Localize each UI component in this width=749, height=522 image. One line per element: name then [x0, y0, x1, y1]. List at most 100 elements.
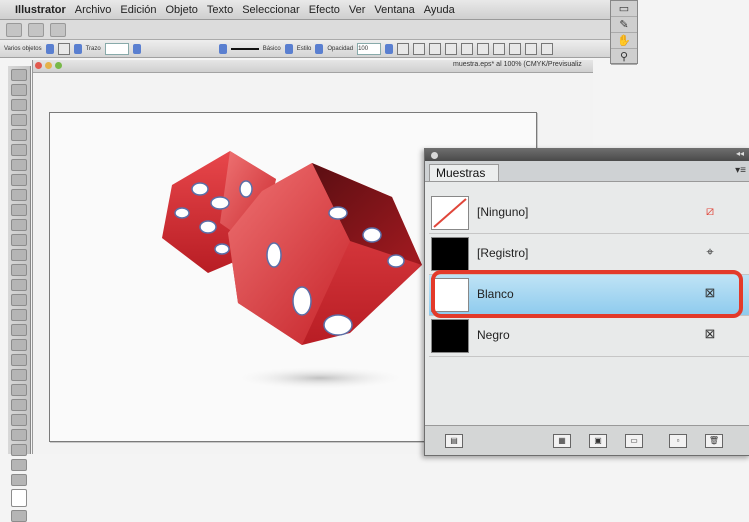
document-title: muestra.eps* al 100% (CMYK/Previsualiz [453, 61, 582, 68]
type-tool-icon[interactable] [11, 144, 27, 156]
swatch-name: Negro [477, 328, 510, 342]
hand-tool-icon[interactable]: ✋ [611, 33, 637, 49]
fill-stroke-icon[interactable] [11, 489, 27, 507]
pencil-tool-icon[interactable]: ✎ [611, 17, 637, 33]
align-right-icon[interactable] [461, 42, 474, 55]
panel-title-bar: ◂◂ [425, 149, 749, 161]
menu-objeto[interactable]: Objeto [166, 4, 198, 16]
magic-wand-tool-icon[interactable] [11, 99, 27, 111]
ai-logo-icon [6, 22, 22, 37]
variable-width-dropdown[interactable] [218, 43, 227, 54]
registration-icon: ⌖ [706, 244, 714, 259]
collapse-panel-icon[interactable]: ◂◂ [736, 149, 744, 158]
eyedropper-tool-icon[interactable] [11, 369, 27, 381]
column-graph-tool-icon[interactable] [11, 414, 27, 426]
drawing-mode-icon[interactable] [11, 510, 27, 522]
opacity-field[interactable]: 100 [357, 42, 382, 55]
process-color-icon: ⊠ [704, 326, 716, 341]
stroke-color-picker[interactable] [73, 43, 82, 54]
rotate-tool-icon[interactable] [11, 249, 27, 261]
rectangle-tool-icon[interactable]: ▭ [611, 1, 637, 17]
align-bottom-icon[interactable] [509, 42, 522, 55]
global-edit-icon[interactable] [413, 42, 426, 55]
tab-muestras[interactable]: Muestras [429, 164, 499, 181]
opacity-dropdown[interactable] [385, 43, 394, 54]
swatch-row-white[interactable]: Blanco ⊠ [429, 275, 749, 316]
align-top-icon[interactable] [477, 42, 490, 55]
zoom-window-icon[interactable] [55, 62, 62, 69]
blend-tool-icon[interactable] [11, 384, 27, 396]
align-middle-icon[interactable] [493, 42, 506, 55]
zoom-tool-icon[interactable] [11, 474, 27, 486]
eraser-tool-icon[interactable] [11, 234, 27, 246]
menu-ventana[interactable]: Ventana [374, 4, 414, 16]
perspective-grid-tool-icon[interactable] [11, 324, 27, 336]
stroke-weight-field[interactable] [104, 42, 129, 55]
panel-footer: ▤ ▦ ▣ ▭ ▫ 🗑 [425, 425, 749, 455]
artboard-tool-icon[interactable] [11, 429, 27, 441]
pen-tool-icon[interactable] [11, 129, 27, 141]
stroke-label: Trazo [85, 45, 101, 52]
stroke-dropdown[interactable] [132, 43, 141, 54]
blob-brush-tool-icon[interactable] [11, 219, 27, 231]
none-icon: ⧄ [705, 203, 715, 218]
app-menu[interactable]: Illustrator [15, 4, 66, 16]
line-tool-icon[interactable] [11, 159, 27, 171]
selection-tool-icon[interactable] [11, 69, 27, 81]
menu-texto[interactable]: Texto [207, 4, 233, 16]
document-title-bar: muestra.eps* al 100% (CMYK/Previsualiz [33, 60, 593, 73]
bridge-icon[interactable] [28, 22, 44, 37]
menu-bar: Illustrator Archivo Edición Objeto Texto… [0, 0, 620, 20]
distribute-icon[interactable] [525, 42, 538, 55]
arrange-documents-icon[interactable] [50, 22, 66, 37]
style-label: Estilo [296, 45, 312, 52]
control-bar: Varios objetos Trazo Básico Estilo Opaci… [0, 40, 620, 58]
recolor-artwork-icon[interactable] [397, 42, 410, 55]
new-swatch-icon[interactable]: ▫ [669, 434, 687, 448]
align-center-icon[interactable] [445, 42, 458, 55]
symbol-sprayer-tool-icon[interactable] [11, 399, 27, 411]
minimize-window-icon[interactable] [45, 62, 52, 69]
fill-color-picker[interactable] [45, 43, 54, 54]
zoom-tool-icon[interactable]: ⚲ [611, 49, 637, 65]
application-bar [0, 20, 620, 40]
rectangle-tool-icon[interactable] [11, 174, 27, 186]
menu-ayuda[interactable]: Ayuda [424, 4, 455, 16]
menu-archivo[interactable]: Archivo [75, 4, 112, 16]
hand-tool-icon[interactable] [11, 459, 27, 471]
delete-swatch-icon[interactable]: 🗑 [705, 434, 723, 448]
style-dropdown[interactable] [315, 43, 324, 54]
gradient-tool-icon[interactable] [11, 354, 27, 366]
new-color-group-icon[interactable]: ▭ [625, 434, 643, 448]
menu-edicion[interactable]: Edición [120, 4, 156, 16]
close-window-icon[interactable] [35, 62, 42, 69]
slice-tool-icon[interactable] [11, 444, 27, 456]
menu-seleccionar[interactable]: Seleccionar [242, 4, 299, 16]
swatches-panel: ◂◂ Muestras ▾≡ [Ninguno] ⧄ [Registro] ⌖ … [424, 148, 749, 456]
paintbrush-tool-icon[interactable] [11, 189, 27, 201]
swatch-options-icon[interactable]: ▣ [589, 434, 607, 448]
panel-menu-icon[interactable]: ▾≡ [735, 165, 746, 176]
menu-efecto[interactable]: Efecto [309, 4, 340, 16]
swatch-row-none[interactable]: [Ninguno] ⧄ [429, 193, 749, 234]
shape-builder-tool-icon[interactable] [11, 309, 27, 321]
menu-ver[interactable]: Ver [349, 4, 366, 16]
width-tool-icon[interactable] [11, 279, 27, 291]
swatch-row-registration[interactable]: [Registro] ⌖ [429, 234, 749, 275]
free-transform-tool-icon[interactable] [11, 294, 27, 306]
mesh-tool-icon[interactable] [11, 339, 27, 351]
pencil-tool-icon[interactable] [11, 204, 27, 216]
align-left-icon[interactable] [429, 42, 442, 55]
swatch-name: Blanco [477, 287, 514, 301]
swatch-libraries-icon[interactable]: ▤ [445, 434, 463, 448]
swatch-row-black[interactable]: Negro ⊠ [429, 316, 749, 357]
fill-swatch-icon[interactable] [57, 42, 70, 55]
distribute-horizontal-icon[interactable] [541, 42, 554, 55]
brush-dropdown[interactable] [284, 43, 293, 54]
scale-tool-icon[interactable] [11, 264, 27, 276]
direct-selection-tool-icon[interactable] [11, 84, 27, 96]
lasso-tool-icon[interactable] [11, 114, 27, 126]
close-panel-icon[interactable] [431, 152, 438, 159]
show-kinds-icon[interactable]: ▦ [553, 434, 571, 448]
tools-panel [8, 66, 31, 522]
